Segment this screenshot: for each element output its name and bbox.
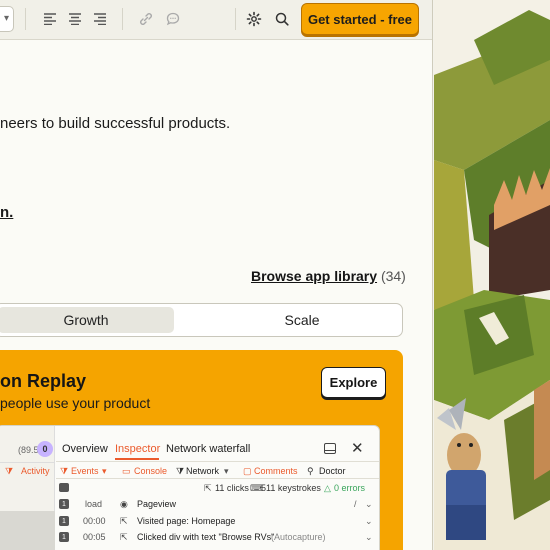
open-icon[interactable]: / bbox=[354, 499, 357, 509]
filter-console[interactable]: Console bbox=[134, 466, 167, 476]
row-badge bbox=[59, 483, 69, 492]
toolbar-divider bbox=[25, 8, 26, 30]
replay-sidebar: (89.5%) 0 ⧩ Activity bbox=[0, 426, 55, 550]
row-badge: 1 bbox=[59, 499, 69, 509]
search-icon[interactable] bbox=[273, 10, 291, 28]
filter-events[interactable]: Events bbox=[71, 466, 99, 476]
close-icon[interactable]: ✕ bbox=[351, 439, 364, 457]
cursor-icon: ⇱ bbox=[204, 483, 212, 493]
errors-count: 0 errors bbox=[334, 483, 366, 493]
count-badge: 0 bbox=[37, 441, 53, 457]
chevron-down-icon[interactable]: ⌄ bbox=[365, 532, 373, 543]
event-text: Clicked div with text "Browse RVs" bbox=[137, 532, 275, 542]
tab-inspector[interactable]: Inspector bbox=[115, 443, 160, 455]
list-item[interactable]: 1 00:00 ⇱ Visited page: Homepage ⌄ bbox=[56, 514, 379, 528]
event-time: load bbox=[85, 499, 103, 509]
chevron-down-icon[interactable]: ⌄ bbox=[365, 516, 373, 527]
divider bbox=[56, 461, 379, 462]
event-time: 00:00 bbox=[83, 516, 106, 526]
filter-icon: ⧩ bbox=[5, 466, 14, 476]
event-text: Visited page: Homepage bbox=[137, 516, 236, 526]
event-time: 00:05 bbox=[83, 532, 106, 542]
tab-network-waterfall[interactable]: Network waterfall bbox=[166, 443, 250, 455]
chevron-down-icon: ▾ bbox=[4, 13, 10, 24]
gear-icon[interactable] bbox=[245, 10, 263, 28]
dock-icon[interactable] bbox=[324, 443, 336, 454]
replay-thumbnail bbox=[0, 511, 55, 550]
clicks-count: 11 clicks bbox=[215, 483, 249, 493]
hedge-maze-illustration bbox=[434, 0, 550, 550]
console-icon: ▭ bbox=[122, 466, 131, 476]
click-icon: ⇱ bbox=[120, 532, 128, 542]
active-tab-underline bbox=[115, 458, 159, 460]
activity-filter[interactable]: Activity bbox=[21, 466, 50, 476]
row-badge: 1 bbox=[59, 516, 69, 526]
divider bbox=[0, 462, 55, 463]
toolbar-divider bbox=[235, 8, 236, 30]
browse-app-library-link[interactable]: Browse app library bbox=[251, 268, 377, 284]
divider bbox=[56, 478, 379, 479]
link-icon[interactable] bbox=[137, 10, 155, 28]
event-type: (Autocapture) bbox=[271, 532, 326, 542]
list-item[interactable]: 1 load ◉ Pageview / ⌄ bbox=[56, 497, 379, 511]
keystrokes-count: 511 keystrokes bbox=[261, 483, 321, 493]
hero-tagline: neers to build successful products. bbox=[0, 115, 231, 132]
inspector-panel: Overview Inspector Network waterfall ✕ ⧩… bbox=[56, 426, 379, 550]
warning-icon: △ bbox=[324, 483, 331, 493]
align-left-icon[interactable] bbox=[41, 10, 59, 28]
network-icon: ⧩ bbox=[176, 466, 185, 476]
doctor-icon: ⚲ bbox=[307, 466, 314, 476]
card-title: on Replay bbox=[0, 371, 87, 391]
inline-link[interactable]: n. bbox=[0, 204, 13, 221]
hedge-maze-illustration bbox=[434, 0, 550, 550]
toolbar-divider bbox=[122, 8, 123, 30]
navigate-icon: ⇱ bbox=[120, 516, 128, 526]
tab-growth[interactable]: Growth bbox=[0, 307, 174, 333]
browse-app-library: Browse app library (34) bbox=[251, 268, 406, 284]
event-text: Pageview bbox=[137, 499, 177, 509]
get-started-button[interactable]: Get started - free bbox=[301, 3, 419, 35]
replay-inspector: (89.5%) 0 ⧩ Activity Overview Inspector … bbox=[0, 425, 380, 550]
events-icon: ⧩ bbox=[60, 466, 69, 476]
comment-icon[interactable] bbox=[164, 10, 182, 28]
eye-icon: ◉ bbox=[120, 499, 128, 509]
app-window: ▾ Get started - free neers to build succ… bbox=[0, 0, 433, 550]
chevron-down-icon[interactable]: ⌄ bbox=[365, 499, 373, 510]
filter-network[interactable]: Network bbox=[186, 466, 219, 476]
filter-comments[interactable]: Comments bbox=[254, 466, 298, 476]
explore-button[interactable]: Explore bbox=[321, 367, 386, 398]
tab-scale[interactable]: Scale bbox=[203, 307, 401, 333]
align-center-icon[interactable] bbox=[66, 10, 84, 28]
align-right-icon[interactable] bbox=[91, 10, 109, 28]
list-item[interactable]: 1 00:05 ⇱ Clicked div with text "Browse … bbox=[56, 530, 379, 544]
row-badge: 1 bbox=[59, 532, 69, 542]
chevron-down-icon: ▾ bbox=[102, 466, 107, 476]
toolbar: ▾ Get started - free bbox=[0, 0, 432, 40]
tab-overview[interactable]: Overview bbox=[62, 443, 108, 455]
comment-icon: ▢ bbox=[243, 466, 252, 476]
chevron-down-icon: ▾ bbox=[224, 466, 229, 476]
stage-tabs: Growth Scale bbox=[0, 303, 403, 337]
style-dropdown[interactable]: ▾ bbox=[0, 6, 14, 32]
card-subtitle: people use your product bbox=[0, 395, 151, 411]
filter-doctor[interactable]: Doctor bbox=[319, 466, 346, 476]
app-count: (34) bbox=[380, 268, 406, 284]
